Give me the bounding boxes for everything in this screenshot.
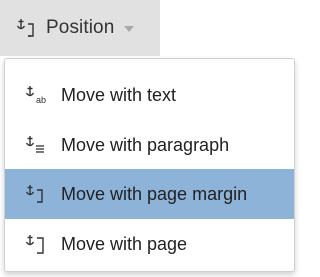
caret-down-icon [124, 26, 135, 32]
menu-item-move-with-text[interactable]: ab Move with text [5, 70, 294, 120]
anchor-page-icon [25, 233, 47, 255]
menu-item-move-with-page-margin[interactable]: Move with page margin [5, 169, 294, 219]
position-button-label: Position [46, 17, 115, 38]
menu-item-label: Move with paragraph [61, 134, 230, 155]
position-menu: ab Move with text Move with paragraph Mo… [4, 58, 295, 272]
svg-text:ab: ab [36, 95, 46, 105]
anchor-paragraph-icon [25, 134, 47, 156]
anchor-text-icon: ab [25, 84, 47, 106]
anchor-page-margin-icon [16, 17, 38, 39]
position-dropdown-widget: Position ab Move with text Move with par… [0, 0, 297, 277]
anchor-page-margin-icon [25, 183, 47, 205]
menu-item-label: Move with page [61, 233, 188, 254]
menu-item-move-with-paragraph[interactable]: Move with paragraph [5, 120, 294, 170]
position-button[interactable]: Position [0, 0, 160, 56]
menu-item-label: Move with page margin [61, 183, 248, 204]
menu-item-move-with-page[interactable]: Move with page [5, 219, 294, 269]
menu-item-label: Move with text [61, 84, 177, 105]
